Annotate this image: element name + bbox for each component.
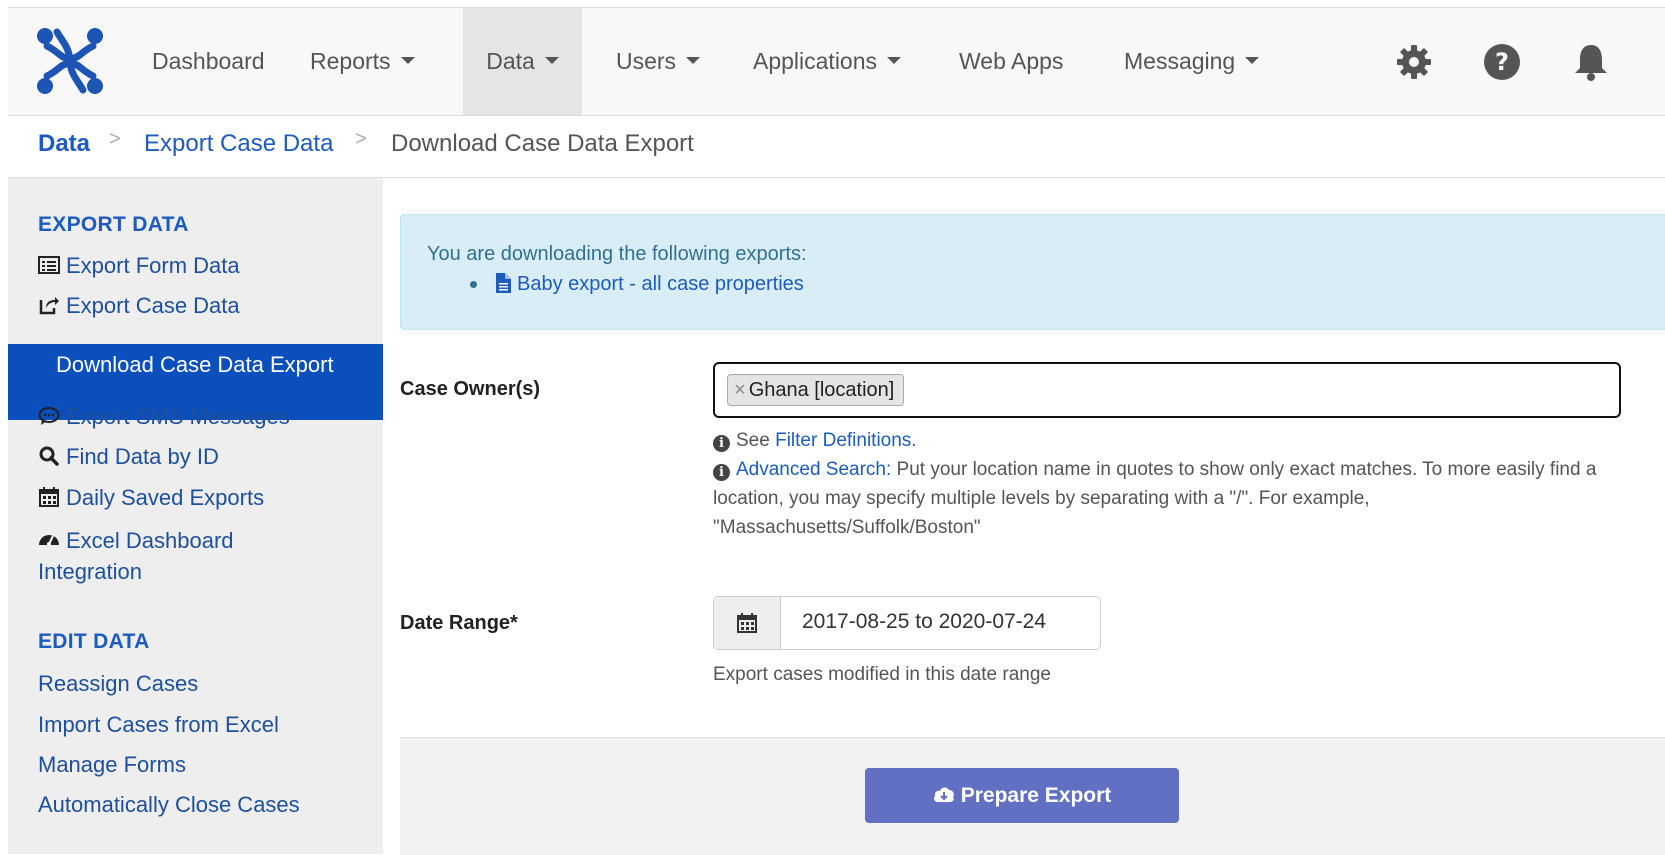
export-info-alert: You are downloading the following export… [400,214,1665,330]
export-link[interactable]: Baby export - all case properties [495,273,804,296]
nav-dashboard[interactable]: Dashboard [152,8,265,115]
sidebar-item-import-cases-from-excel[interactable]: Import Cases from Excel [38,712,279,738]
prepare-export-button[interactable]: Prepare Export [865,768,1179,823]
sidebar-item-reassign-cases[interactable]: Reassign Cases [38,671,198,697]
info-icon: i [713,464,730,481]
sidebar: EXPORT DATA Export Form Data Export Case… [8,178,383,854]
date-range-input[interactable]: 2017-08-25 to 2020-07-24 [713,596,1101,650]
calendar-icon [737,613,757,633]
sidebar-item-automatically-close-cases[interactable]: Automatically Close Cases [38,792,300,818]
breadcrumb-export-case-data-link[interactable]: Export Case Data [144,130,333,158]
breadcrumb-separator: > [355,128,367,150]
case-owner-label: Case Owner(s) [400,378,541,400]
advanced-search-link[interactable]: Advanced Search: [736,459,891,480]
breadcrumb-current: Download Case Data Export [391,130,694,157]
list-icon [38,256,60,274]
breadcrumb-separator: > [109,128,121,150]
breadcrumb: Data > Export Case Data > Download Case … [8,116,1665,178]
logo-icon[interactable] [33,24,107,98]
nav-reports[interactable]: Reports [310,8,415,115]
sidebar-item-export-form-data[interactable]: Export Form Data [38,253,240,279]
top-strip [0,0,1665,7]
caret-down-icon [400,57,415,65]
dashboard-icon [39,535,59,546]
date-range-value: 2017-08-25 to 2020-07-24 [802,610,1047,633]
nav-messaging[interactable]: Messaging [1124,8,1260,115]
caret-down-icon [887,57,902,65]
sidebar-item-export-case-data[interactable]: Export Case Data [38,293,240,319]
remove-tag-icon[interactable]: × [734,379,746,401]
nav-web-apps[interactable]: Web Apps [959,8,1063,115]
caret-down-icon [1245,57,1260,65]
sidebar-item-find-data-by-id[interactable]: Find Data by ID [38,444,219,470]
sidebar-heading-export-data: EXPORT DATA [38,213,189,236]
comment-icon [38,407,60,425]
top-navbar: Dashboard Reports Data Users Application… [8,7,1665,116]
help-icon[interactable]: ? [1482,42,1522,82]
nav-users[interactable]: Users [616,8,701,115]
search-icon [39,446,59,466]
bell-icon[interactable] [1571,42,1611,82]
date-addon[interactable] [714,597,781,649]
gear-icon[interactable] [1394,42,1434,82]
info-icon: i [713,435,730,452]
sidebar-item-daily-saved-exports[interactable]: Daily Saved Exports [38,485,264,511]
case-owner-tag: × Ghana [location] [727,374,905,406]
caret-down-icon [686,57,701,65]
alert-text: You are downloading the following export… [427,243,807,265]
main-content: You are downloading the following export… [383,178,1665,855]
sidebar-heading-edit-data: EDIT DATA [38,630,150,653]
sidebar-item-manage-forms[interactable]: Manage Forms [38,752,186,778]
nav-applications[interactable]: Applications [753,8,902,115]
advanced-search-help: i Advanced Search: Put your location name… [713,459,1597,538]
caret-down-icon [544,57,559,65]
bullet [470,281,477,288]
file-icon [496,273,511,293]
case-owner-select[interactable]: × Ghana [location] [713,362,1621,418]
filter-definitions-link[interactable]: Filter Definitions. [775,430,917,451]
form-actions: Prepare Export [400,737,1665,855]
svg-text:?: ? [1495,48,1509,76]
nav-data[interactable]: Data [463,8,582,115]
sidebar-item-export-sms-messages[interactable]: Export SMS Messages [38,404,290,430]
date-range-label: Date Range* [400,612,518,634]
date-range-help: Export cases modified in this date range [713,664,1051,685]
share-icon [39,297,59,315]
cloud-download-icon [933,787,954,802]
sidebar-item-excel-dashboard-integration[interactable]: Excel Dashboard Integration [38,525,298,587]
breadcrumb-data-link[interactable]: Data [38,130,90,158]
filter-help: i See Filter Definitions. [713,426,1613,455]
calendar-icon [39,487,59,507]
